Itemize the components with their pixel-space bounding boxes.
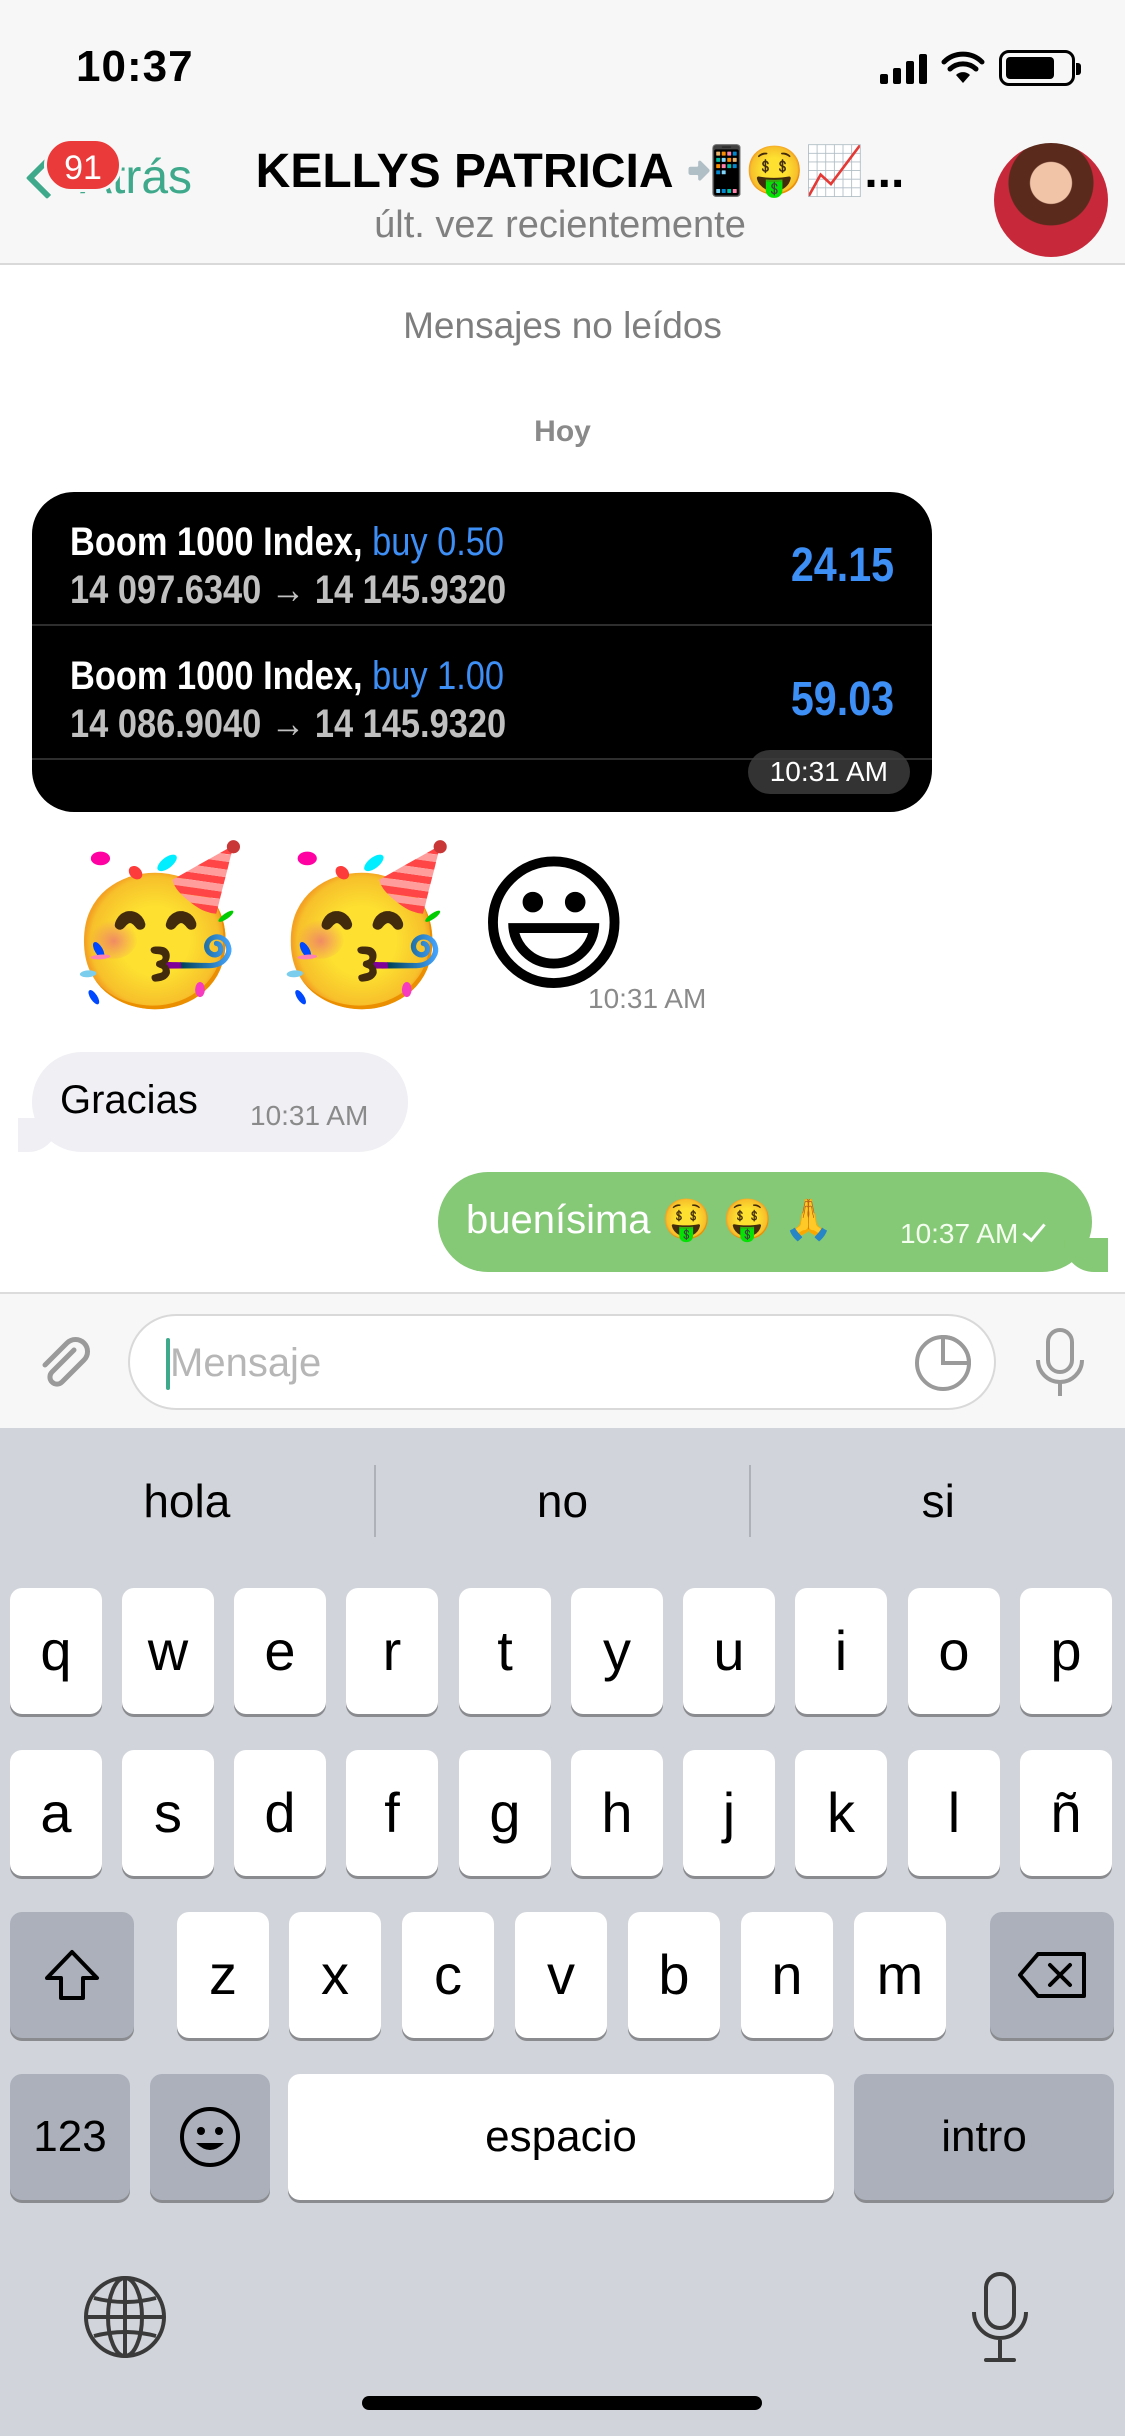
partying-face-emoji: 🥳 bbox=[268, 841, 456, 1009]
key-j[interactable]: j bbox=[683, 1750, 775, 1876]
keyboard: hola no si q w e r t y u i o p a s d f g… bbox=[0, 1428, 1125, 2436]
key-q[interactable]: q bbox=[10, 1588, 102, 1714]
globe-icon[interactable] bbox=[82, 2274, 168, 2360]
delete-key[interactable] bbox=[990, 1912, 1114, 2038]
status-time: 10:37 bbox=[76, 42, 194, 91]
key-m[interactable]: m bbox=[854, 1912, 946, 2038]
status-icons bbox=[880, 50, 1081, 86]
key-g[interactable]: g bbox=[459, 1750, 551, 1876]
suggestion-si[interactable]: si bbox=[751, 1456, 1125, 1546]
key-c[interactable]: c bbox=[402, 1912, 494, 2038]
message-text: buenísima 🤑 🤑 🙏 bbox=[466, 1198, 834, 1242]
trade-image-message[interactable]: Boom 1000 Index, buy 0.50 14 097.6340 → … bbox=[32, 492, 932, 812]
shift-icon bbox=[45, 1950, 99, 2000]
message-timestamp: 10:31 AM bbox=[588, 983, 707, 1014]
key-s[interactable]: s bbox=[122, 1750, 214, 1876]
contact-avatar[interactable] bbox=[994, 143, 1108, 257]
key-p[interactable]: p bbox=[1020, 1588, 1112, 1714]
key-w[interactable]: w bbox=[122, 1588, 214, 1714]
dictation-microphone-icon[interactable] bbox=[966, 2270, 1034, 2366]
incoming-message-bubble[interactable]: Gracias 10:31 AM bbox=[18, 1052, 408, 1152]
unread-count-badge: 91 bbox=[44, 138, 122, 192]
message-timestamp: 10:37 AM bbox=[900, 1218, 1019, 1249]
attachment-icon[interactable] bbox=[34, 1332, 94, 1392]
key-v[interactable]: v bbox=[515, 1912, 607, 2038]
chat-header: 10:37 Atrás 91 KELLYS PATRICIA 📲🤑📈... úl… bbox=[0, 0, 1125, 265]
shift-key[interactable] bbox=[10, 1912, 134, 2038]
key-z[interactable]: z bbox=[177, 1912, 269, 2038]
microphone-icon[interactable] bbox=[1028, 1328, 1092, 1400]
trade-row: Boom 1000 Index, buy 1.00 14 086.9040 → … bbox=[32, 626, 932, 760]
cellular-signal-icon bbox=[880, 52, 927, 84]
home-indicator[interactable] bbox=[362, 2396, 762, 2410]
last-seen-status: últ. vez recientemente bbox=[374, 204, 746, 246]
space-key[interactable]: espacio bbox=[288, 2074, 834, 2200]
partying-face-emoji: 🥳 bbox=[62, 841, 249, 1009]
numbers-key[interactable]: 123 bbox=[10, 2074, 130, 2200]
message-input-field[interactable] bbox=[128, 1314, 996, 1410]
key-t[interactable]: t bbox=[459, 1588, 551, 1714]
key-f[interactable]: f bbox=[346, 1750, 438, 1876]
smiling-face-emoji: 😃 bbox=[475, 841, 632, 1009]
emoji-message[interactable]: 🥳 🥳 😃 bbox=[62, 850, 632, 1000]
key-n[interactable]: n bbox=[741, 1912, 833, 2038]
trade-prices: 14 097.6340 → 14 145.9320 bbox=[70, 568, 507, 612]
contact-name[interactable]: KELLYS PATRICIA 📲🤑📈... bbox=[230, 142, 930, 199]
message-input[interactable] bbox=[170, 1334, 890, 1392]
trade-prices: 14 086.9040 → 14 145.9320 bbox=[70, 702, 507, 746]
emoji-face-icon bbox=[180, 2107, 240, 2167]
backspace-icon bbox=[1018, 1952, 1086, 1998]
message-timestamp: 10:31 AM bbox=[747, 750, 910, 794]
key-u[interactable]: u bbox=[683, 1588, 775, 1714]
key-a[interactable]: a bbox=[10, 1750, 102, 1876]
suggestion-hola[interactable]: hola bbox=[0, 1456, 374, 1546]
trade-row: Boom 1000 Index, buy 0.50 14 097.6340 → … bbox=[32, 492, 932, 626]
sticker-icon[interactable] bbox=[912, 1332, 974, 1394]
outgoing-message-bubble[interactable]: buenísima 🤑 🤑 🙏 10:37 AM bbox=[438, 1172, 1108, 1272]
unread-messages-divider: Mensajes no leídos bbox=[403, 305, 722, 346]
wifi-icon bbox=[941, 51, 985, 83]
battery-icon bbox=[999, 50, 1081, 86]
trade-action: buy 0.50 bbox=[372, 520, 505, 564]
trade-instrument: Boom 1000 Index, bbox=[70, 654, 363, 698]
key-h[interactable]: h bbox=[571, 1750, 663, 1876]
key-b[interactable]: b bbox=[628, 1912, 720, 2038]
key-e[interactable]: e bbox=[234, 1588, 326, 1714]
key-l[interactable]: l bbox=[908, 1750, 1000, 1876]
key-y[interactable]: y bbox=[571, 1588, 663, 1714]
trade-instrument: Boom 1000 Index, bbox=[70, 520, 363, 564]
sent-check-icon bbox=[1022, 1217, 1046, 1243]
key-enye[interactable]: ñ bbox=[1020, 1750, 1112, 1876]
predictive-bar: hola no si bbox=[0, 1456, 1125, 1546]
return-key[interactable]: intro bbox=[854, 2074, 1114, 2200]
trade-profit: 24.15 bbox=[790, 539, 894, 592]
key-i[interactable]: i bbox=[795, 1588, 887, 1714]
key-x[interactable]: x bbox=[289, 1912, 381, 2038]
key-d[interactable]: d bbox=[234, 1750, 326, 1876]
message-text: Gracias bbox=[60, 1078, 198, 1122]
suggestion-no[interactable]: no bbox=[376, 1456, 750, 1546]
key-o[interactable]: o bbox=[908, 1588, 1000, 1714]
emoji-key[interactable] bbox=[150, 2074, 270, 2200]
key-r[interactable]: r bbox=[346, 1588, 438, 1714]
key-k[interactable]: k bbox=[795, 1750, 887, 1876]
message-timestamp: 10:31 AM bbox=[250, 1100, 369, 1131]
trade-action: buy 1.00 bbox=[372, 654, 505, 698]
date-divider: Hoy bbox=[534, 415, 591, 448]
message-composer bbox=[0, 1292, 1125, 1428]
trade-profit: 59.03 bbox=[790, 673, 894, 726]
